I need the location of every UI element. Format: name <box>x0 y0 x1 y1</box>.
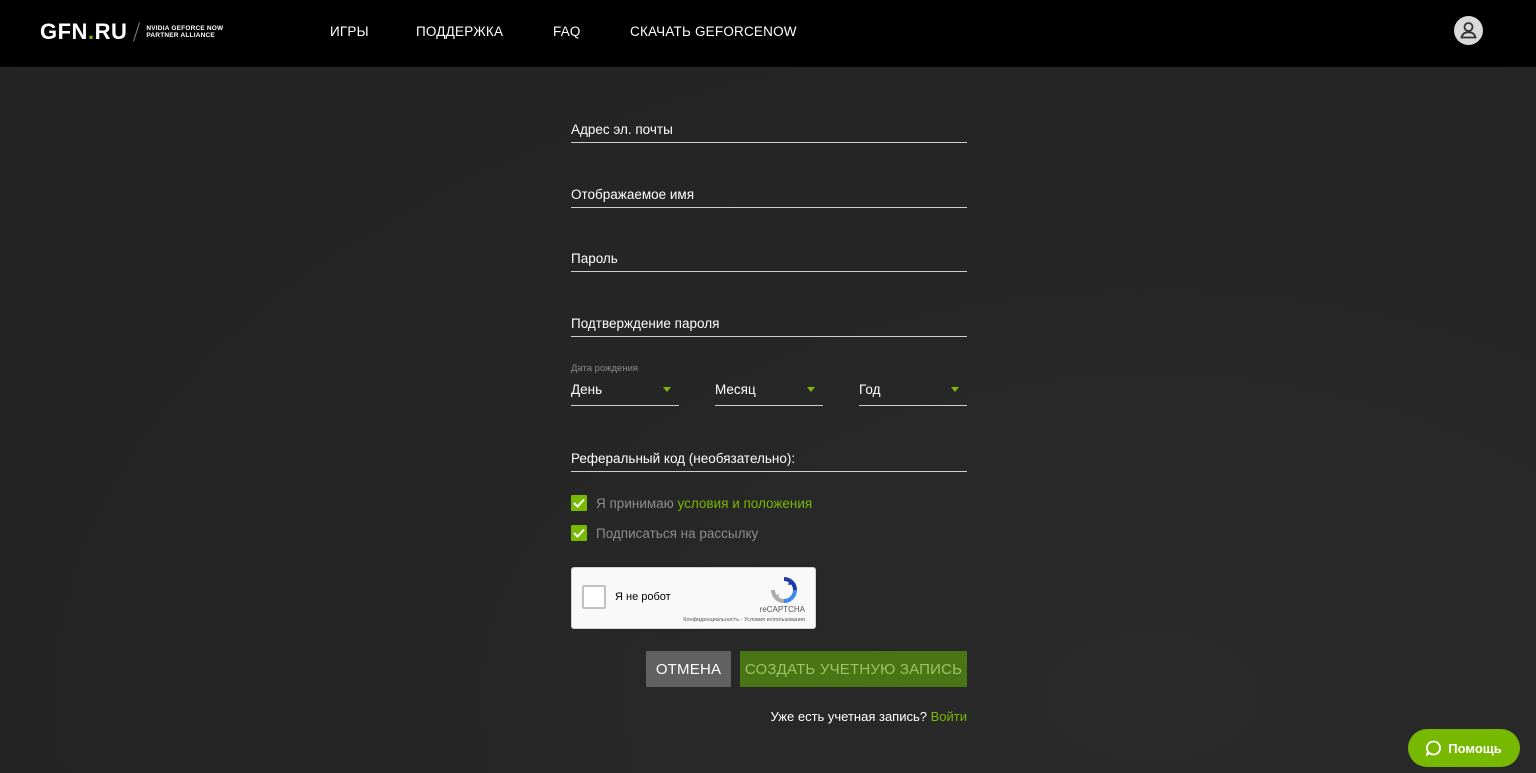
help-button[interactable]: Помощь <box>1408 729 1520 767</box>
recaptcha-privacy-link[interactable]: Конфиденциальность <box>683 617 739 623</box>
dob-month-select[interactable]: Месяц <box>715 378 823 406</box>
recaptcha-logo-icon <box>771 577 797 603</box>
create-account-button[interactable]: СОЗДАТЬ УЧЕТНУЮ ЗАПИСЬ <box>740 651 967 687</box>
recaptcha-label: Я не робот <box>615 591 671 603</box>
logo-wordmark: GFN.RU <box>40 19 128 44</box>
site-logo[interactable]: GFN.RU NVIDIA GEFORCE NOW PARTNER ALLIAN… <box>40 18 223 46</box>
confirm-password-field-label: Подтверждение пароля <box>571 316 720 331</box>
terms-checkbox-row: Я принимаю условия и положения <box>571 495 812 511</box>
newsletter-checkbox[interactable] <box>571 525 587 541</box>
dob-month-label: Месяц <box>715 382 756 397</box>
dob-year-label: Год <box>859 382 881 397</box>
display-name-field-label: Отображаемое имя <box>571 187 695 202</box>
login-link[interactable]: Войти <box>931 709 967 724</box>
caret-down-icon <box>807 387 815 392</box>
referral-code-field-label: Реферальный код (необязательно): <box>571 451 796 466</box>
registration-page: GFN.RU NVIDIA GEFORCE NOW PARTNER ALLIAN… <box>0 0 1536 773</box>
dob-caption: Дата рождения <box>571 363 639 374</box>
password-field[interactable]: Пароль <box>571 248 967 272</box>
confirm-password-field[interactable]: Подтверждение пароля <box>571 313 967 337</box>
user-icon <box>1460 22 1477 39</box>
nav-support[interactable]: ПОДДЕРЖКА <box>416 24 503 39</box>
account-avatar-button[interactable] <box>1454 16 1483 45</box>
login-prompt: Уже есть учетная запись? Войти <box>770 709 967 724</box>
nav-faq[interactable]: FAQ <box>553 24 581 39</box>
logo-subtitle: NVIDIA GEFORCE NOW PARTNER ALLIANCE <box>146 25 224 39</box>
recaptcha-checkbox[interactable] <box>582 585 606 609</box>
checkmark-icon <box>573 498 585 508</box>
checkmark-icon <box>573 528 585 538</box>
recaptcha-terms-link[interactable]: Условия использования <box>744 617 805 623</box>
dob-day-label: День <box>571 382 603 397</box>
recaptcha-brand: reCAPTCHA <box>759 605 805 614</box>
terms-checkbox[interactable] <box>571 495 587 511</box>
terms-checkbox-label: Я принимаю условия и положения <box>596 495 813 511</box>
referral-code-field[interactable]: Реферальный код (необязательно): <box>571 448 967 472</box>
dob-year-select[interactable]: Год <box>859 378 967 406</box>
cancel-button[interactable]: ОТМЕНА <box>646 651 731 687</box>
caret-down-icon <box>663 387 671 392</box>
recaptcha-links: Конфиденциальность - Условия использован… <box>683 617 805 623</box>
email-field-label: Адрес эл. почты <box>571 122 673 137</box>
help-button-label: Помощь <box>1448 740 1502 756</box>
newsletter-checkbox-label: Подписаться на рассылку <box>596 525 759 541</box>
newsletter-checkbox-row: Подписаться на рассылку <box>571 525 758 541</box>
nav-games[interactable]: ИГРЫ <box>330 24 369 39</box>
terms-link[interactable]: условия и положения <box>678 496 813 511</box>
password-field-label: Пароль <box>571 251 618 266</box>
caret-down-icon <box>951 387 959 392</box>
nav-download[interactable]: СКАЧАТЬ GEFORCENOW <box>630 24 797 39</box>
email-field[interactable]: Адрес эл. почты <box>571 119 967 143</box>
dob-day-select[interactable]: День <box>571 378 679 406</box>
top-navbar: GFN.RU NVIDIA GEFORCE NOW PARTNER ALLIAN… <box>0 0 1536 67</box>
chat-bubble-icon <box>1426 740 1442 756</box>
recaptcha-widget: Я не робот reCAPTCHA Конфиденциальность … <box>571 567 816 629</box>
logo-divider <box>133 22 141 42</box>
display-name-field[interactable]: Отображаемое имя <box>571 184 967 208</box>
